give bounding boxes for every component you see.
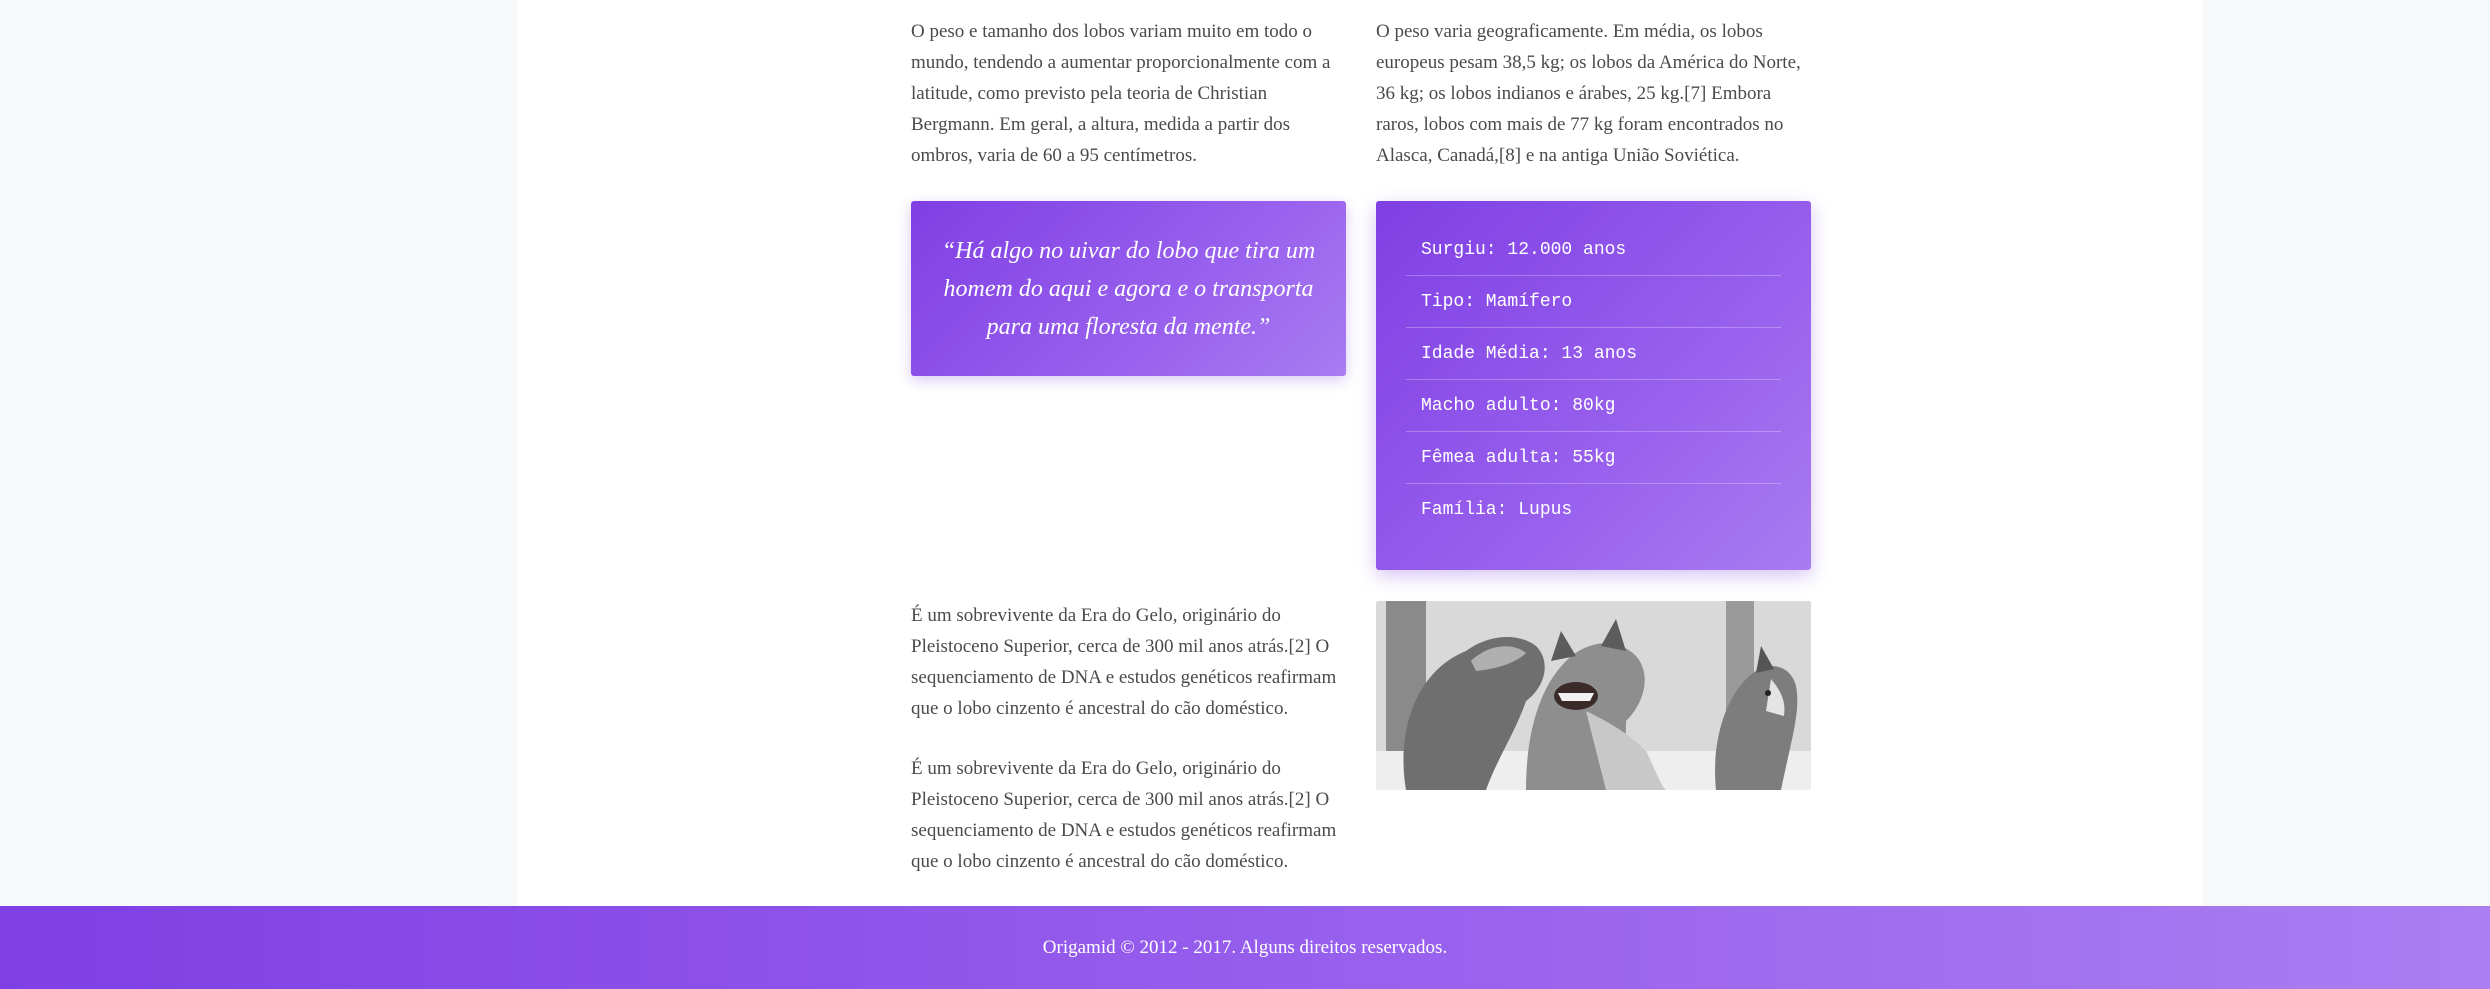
fact-item-family: Família: Lupus xyxy=(1421,500,1573,520)
paragraph-wolf-origin-1: É um sobrevivente da Era do Gelo, origin… xyxy=(911,605,1337,719)
fact-item-type: Tipo: Mamífero xyxy=(1406,276,1781,328)
paragraph-wolf-origin-2: É um sobrevivente da Era do Gelo, origin… xyxy=(911,758,1337,872)
quote-text: “Há algo no uivar do lobo que tira um ho… xyxy=(941,237,1316,340)
wolf-facts-list: Surgiu: 12.000 anos Tipo: Mamífero Idade… xyxy=(1406,224,1781,536)
fact-item-adult-male: Macho adulto: 80kg xyxy=(1406,380,1781,432)
fact-item-origin: Surgiu: 12.000 anos xyxy=(1406,224,1781,276)
content-page xyxy=(518,0,2202,906)
paragraph-wolf-size: O peso e tamanho dos lobos variam muito … xyxy=(911,21,1331,166)
paragraph-wolf-weight: O peso varia geograficamente. Em média, … xyxy=(1376,21,1801,166)
wolves-photo xyxy=(1376,601,1811,790)
fact-item-adult-female: Fêmea adulta: 55kg xyxy=(1406,432,1781,484)
footer-copyright: Origamid © 2012 - 2017. Alguns direitos … xyxy=(1042,936,1448,958)
fact-item-average-age: Idade Média: 13 anos xyxy=(1406,328,1781,380)
site-footer: Origamid © 2012 - 2017. Alguns direitos … xyxy=(0,906,2490,989)
wolf-facts-card: Surgiu: 12.000 anos Tipo: Mamífero Idade… xyxy=(1376,201,1811,570)
wolves-photo-illustration xyxy=(1376,601,1811,790)
wolf-quote: “Há algo no uivar do lobo que tira um ho… xyxy=(911,201,1346,376)
